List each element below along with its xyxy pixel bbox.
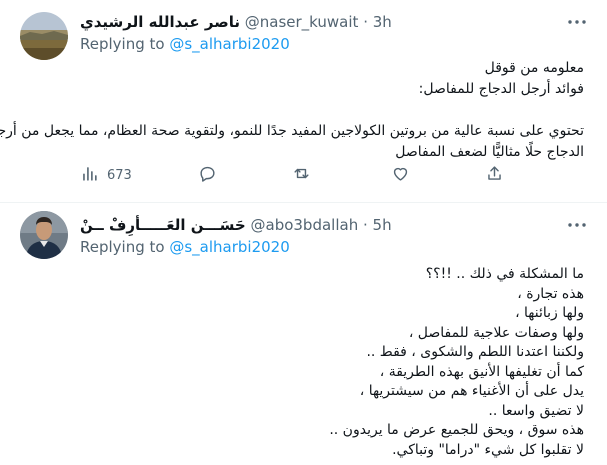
more-dots-icon[interactable] xyxy=(565,213,589,237)
avatar[interactable] xyxy=(20,12,68,60)
handle[interactable]: @naser_kuwait xyxy=(245,13,359,31)
tweet-header: ناصر عبدالله الرشيدي @naser_kuwait · 3h xyxy=(80,12,392,32)
tweet[interactable]: ناصر عبدالله الرشيدي @naser_kuwait · 3h … xyxy=(0,0,607,203)
avatar[interactable] xyxy=(20,211,68,259)
tweet-header: حَسَـــن العَـــــأرِفْ ــنْ @abo3bdalla… xyxy=(80,215,392,235)
replying-to: Replying to @s_alharbi2020 xyxy=(80,34,290,54)
reply-button[interactable] xyxy=(198,160,217,190)
retweet-icon xyxy=(292,164,311,187)
tweet[interactable]: حَسَـــن العَـــــأرِفْ ــنْ @abo3bdalla… xyxy=(0,203,607,465)
views-button[interactable]: 673 xyxy=(80,160,132,190)
more-dots-icon[interactable] xyxy=(565,10,589,34)
share-button[interactable] xyxy=(485,160,504,190)
share-icon xyxy=(485,164,504,187)
separator: · xyxy=(362,216,368,234)
text-line: تحتوي على نسبة عالية من بروتين الكولاجين… xyxy=(0,123,584,139)
retweet-button[interactable] xyxy=(292,160,311,190)
mention-link[interactable]: @s_alharbi2020 xyxy=(169,35,289,53)
tweet-text: معلومه من قوقل فوائد أرجل الدجاج للمفاصل… xyxy=(0,58,584,163)
text-line: كما أن تغليفها الأنيق بهذه الطريقة ، xyxy=(379,363,584,380)
text-line: ما المشكلة في ذلك .. !!؟؟ xyxy=(425,266,584,282)
text-line: ولها وصفات علاجية للمفاصل ، xyxy=(408,324,584,341)
text-line: معلومه من قوقل xyxy=(484,60,584,76)
text-line: هذه تجارة ، xyxy=(517,285,584,302)
tweet-text: ما المشكلة في ذلك .. !!؟؟ هذه تجارة ، ول… xyxy=(80,265,584,460)
replying-prefix: Replying to xyxy=(80,35,165,53)
replying-to: Replying to @s_alharbi2020 xyxy=(80,237,290,257)
timestamp[interactable]: 3h xyxy=(373,13,392,31)
text-line xyxy=(80,100,584,121)
text-line: ولكننا اعتدنا اللطم والشكوى ، فقط .. xyxy=(366,344,584,360)
separator: · xyxy=(363,13,368,31)
mention-link[interactable]: @s_alharbi2020 xyxy=(169,238,289,256)
text-line: يدل على أن الأغنياء هم من سيشتريها ، xyxy=(359,383,584,399)
handle[interactable]: @abo3bdallah xyxy=(251,216,359,234)
reply-bubble-icon xyxy=(198,164,217,187)
like-button[interactable] xyxy=(391,160,410,190)
view-count: 673 xyxy=(107,167,132,183)
replying-prefix: Replying to xyxy=(80,238,165,256)
heart-icon xyxy=(391,164,410,187)
text-line: هذه سوق ، ويحق للجميع عرض ما يريدون .. xyxy=(329,422,584,438)
display-name[interactable]: حَسَـــن العَـــــأرِفْ ــنْ xyxy=(80,216,246,234)
text-line: لا تضيق واسعا .. xyxy=(488,402,584,419)
action-bar: 673 xyxy=(80,160,520,190)
bar-chart-icon xyxy=(80,164,99,187)
timestamp[interactable]: 5h xyxy=(373,216,392,234)
text-line: لا تقلبوا كل شيء "دراما" وتباكي. xyxy=(392,441,584,458)
text-line: فوائد أرجل الدجاج للمفاصل: xyxy=(418,81,584,97)
display-name[interactable]: ناصر عبدالله الرشيدي xyxy=(80,13,240,31)
text-line: ولها زبائنها ، xyxy=(515,305,584,321)
